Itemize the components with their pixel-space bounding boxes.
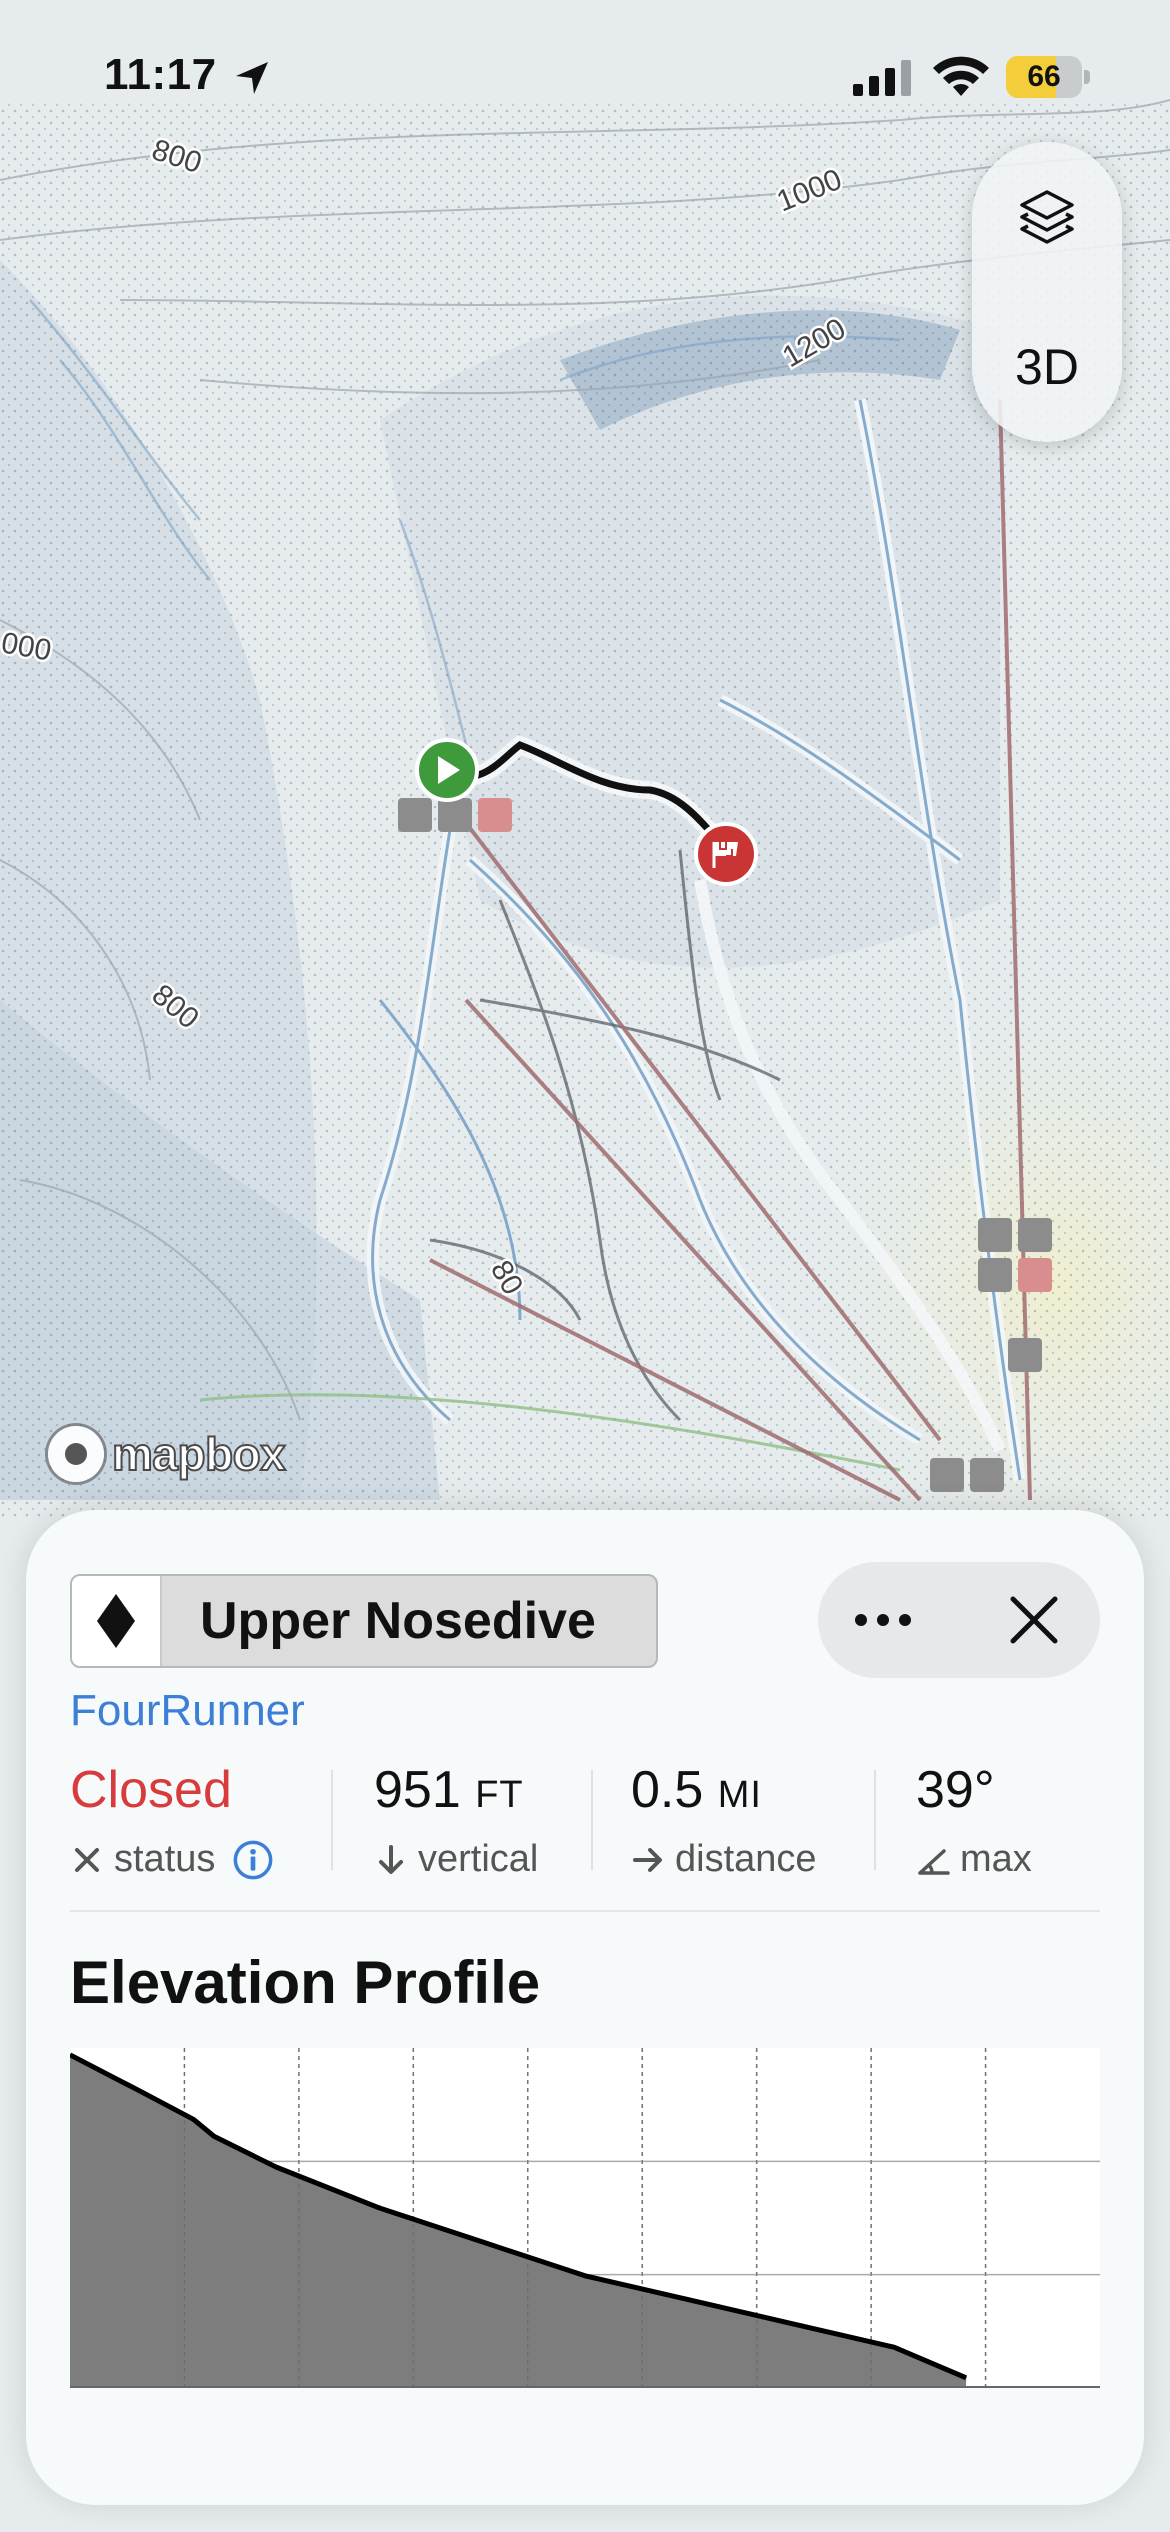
start-marker-icon[interactable] [415,738,479,802]
stat-max-angle: 39° max [916,1760,1106,1880]
mapbox-mark-icon [48,1426,104,1482]
stat-vertical-value: 951 FT [374,1761,524,1819]
arrow-right-icon [633,1847,662,1872]
elevation-chart [70,2048,1100,2388]
wifi-icon [933,56,989,96]
more-icon [855,1614,867,1626]
action-pill [818,1562,1100,1678]
elevation-point [687,2299,689,2301]
lift-link[interactable]: FourRunner [70,1686,305,1736]
elevation-point [275,2166,277,2168]
location-arrow-icon [236,62,268,94]
elevation-point [378,2207,380,2209]
elevation-chart-svg [70,2048,1100,2388]
stat-vertical: 951 FT vertical [374,1760,594,1880]
stat-divider [331,1770,333,1870]
stat-max-label: max [960,1838,1032,1880]
x-icon [75,1847,99,1872]
stat-divider [874,1770,876,1870]
stat-vertical-label: vertical [418,1838,539,1880]
elevation-area [70,2054,967,2388]
3d-toggle-button[interactable]: 3D [972,292,1122,442]
section-divider [70,1910,1100,1912]
run-detail-sheet: Upper Nosedive FourRunner Closed status [26,1510,1144,2505]
elevation-point [893,2346,895,2348]
layers-icon [1020,190,1074,244]
run-title-chip: Upper Nosedive [70,1574,658,1668]
elevation-point [193,2118,195,2120]
stat-status: Closed status [70,1760,330,1880]
stat-vertical-unit: FT [475,1774,524,1816]
elevation-point [213,2135,215,2137]
cellular-signal-icon [853,60,911,96]
close-icon [1010,1596,1058,1644]
elevation-point [141,2091,143,2093]
stat-divider [591,1770,593,1870]
black-diamond-icon [97,1594,135,1648]
run-name: Upper Nosedive [200,1592,596,1650]
battery-indicator: 66 [1006,56,1090,98]
angle-icon [918,1848,950,1875]
stat-distance-value: 0.5 MI [631,1761,762,1819]
mapbox-logo-text: mapbox [111,1427,287,1481]
battery-level: 66 [1027,60,1061,93]
elevation-profile-title: Elevation Profile [70,1949,541,2016]
close-button[interactable] [968,1562,1100,1678]
finish-marker-icon[interactable] [694,822,758,886]
stat-distance-label: distance [675,1838,817,1880]
stat-distance-unit: MI [717,1774,762,1816]
arrow-down-icon [379,1844,403,1874]
info-icon[interactable] [233,1840,273,1880]
mapbox-logo[interactable]: mapbox [48,1424,287,1484]
stat-distance: 0.5 MI distance [631,1760,891,1880]
elevation-point [790,2322,792,2324]
stat-status-label: status [114,1838,216,1880]
more-options-button[interactable] [818,1562,948,1678]
elevation-point [965,2377,967,2379]
stat-max-value: 39° [916,1761,995,1819]
status-bar: 11:17 66 [0,0,1170,150]
status-time: 11:17 [104,50,217,99]
layers-button[interactable] [972,142,1122,292]
stat-status-value: Closed [70,1761,232,1819]
map-controls: 3D [972,142,1122,442]
elevation-point [481,2241,483,2243]
elevation-point [584,2275,586,2277]
